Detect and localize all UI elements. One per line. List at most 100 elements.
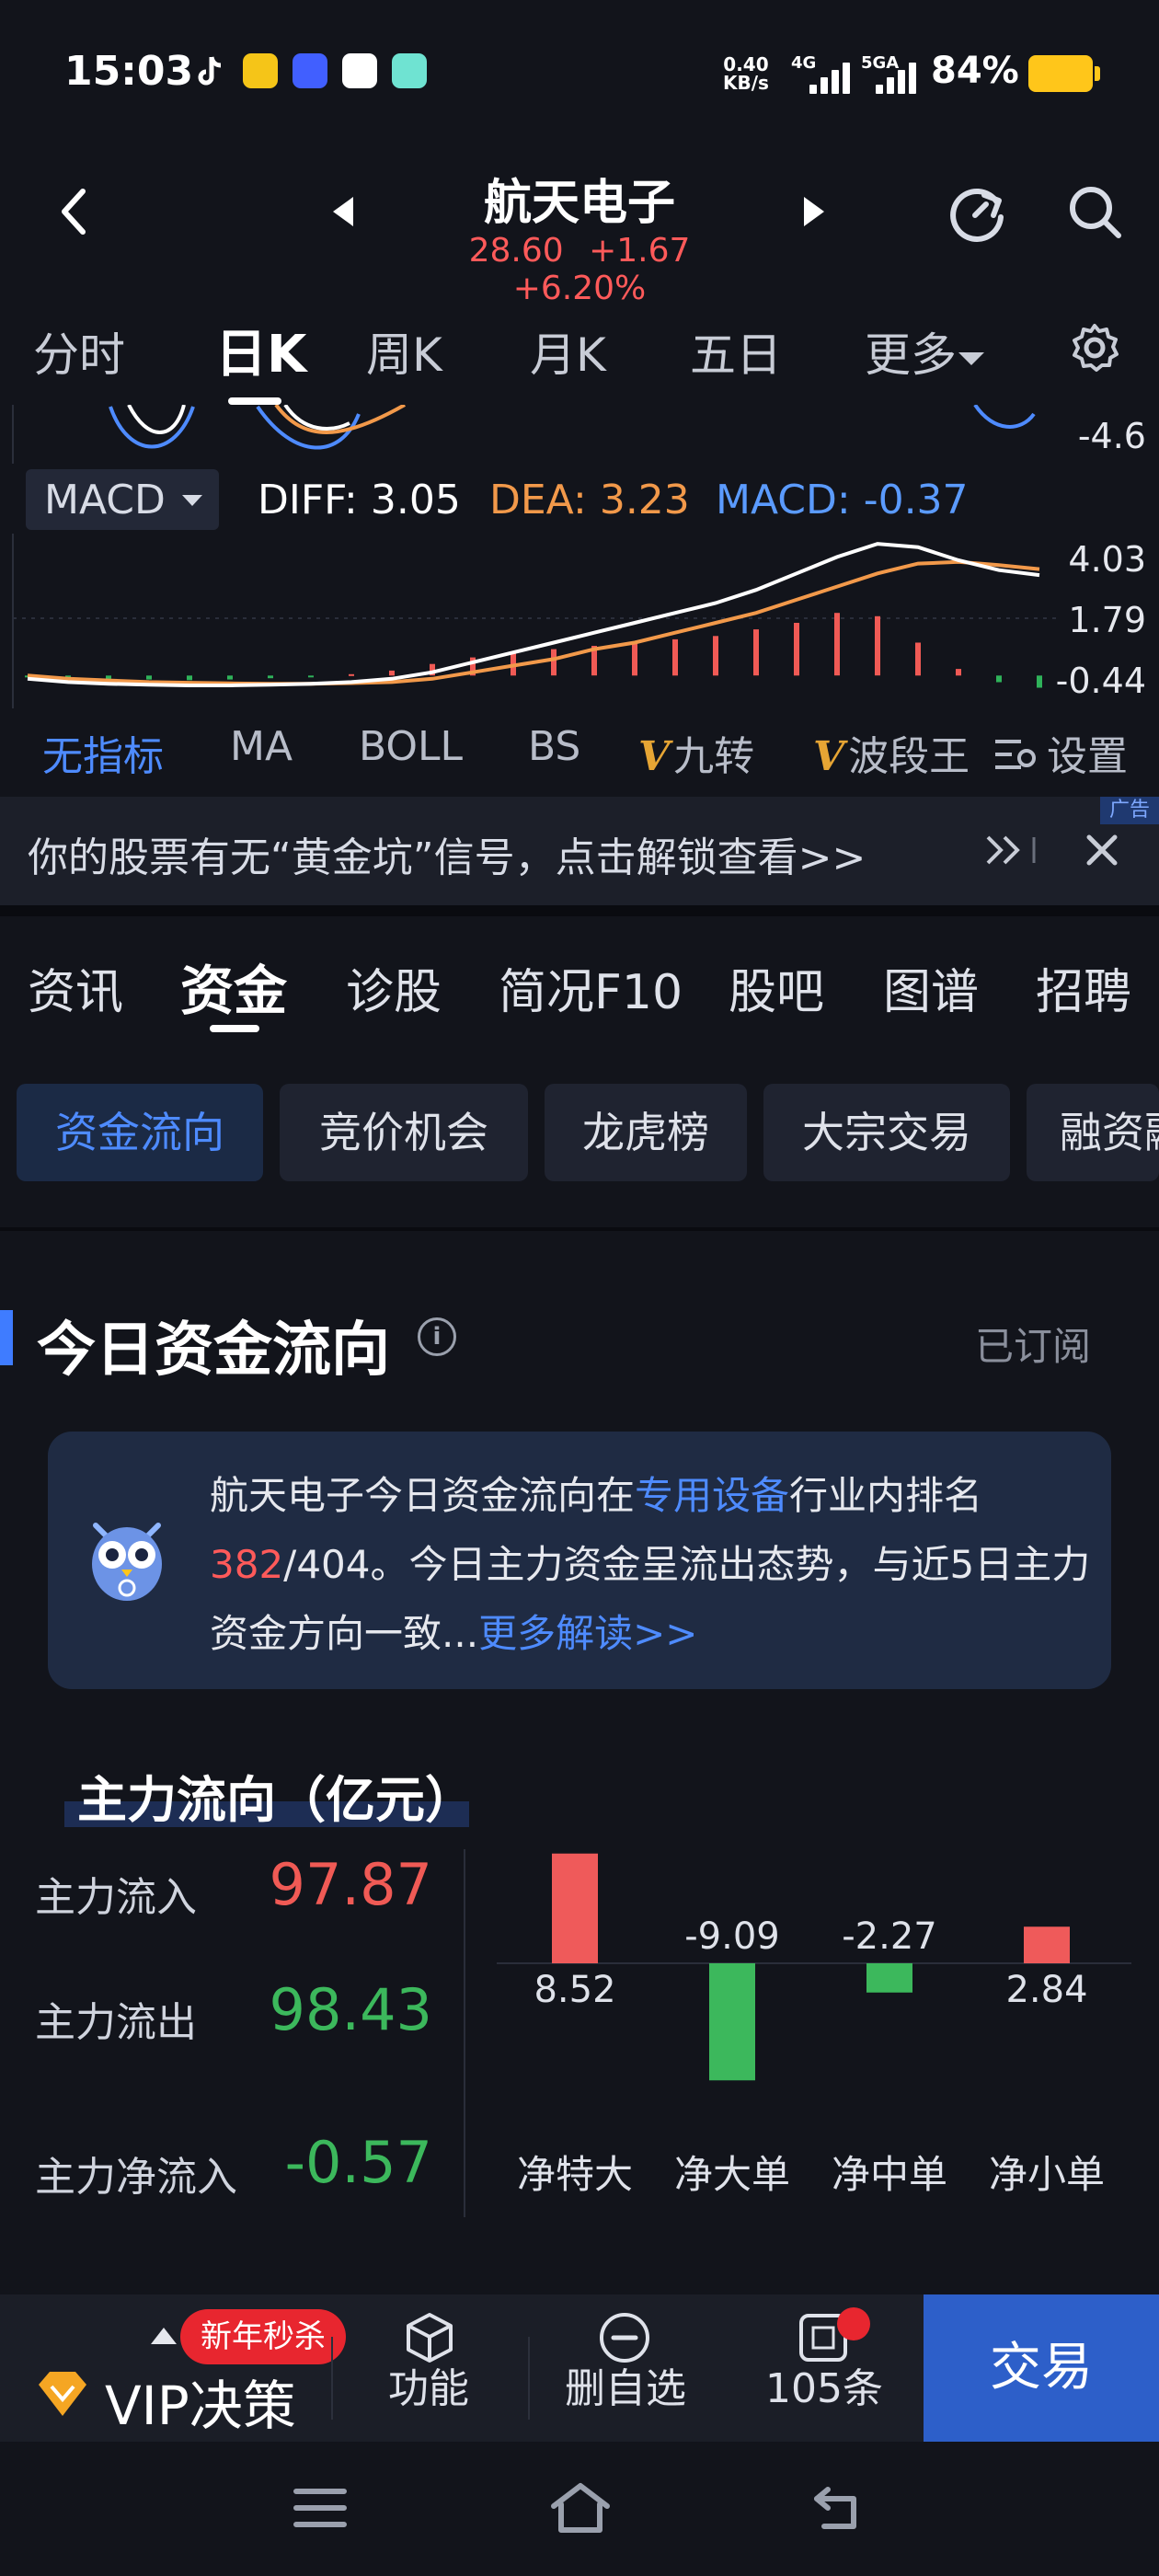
- tab-more[interactable]: 更多: [865, 318, 984, 385]
- subtab-fund-flow[interactable]: 资金流向: [17, 1084, 263, 1181]
- macd-bar: [915, 642, 921, 676]
- macd-bar: [956, 669, 961, 676]
- stock-name: 航天电子: [483, 176, 675, 231]
- industry-link[interactable]: 专用设备: [635, 1473, 789, 1518]
- price: 28.60: [468, 232, 564, 270]
- teal-app-icon: [392, 53, 427, 88]
- ad-badge: 广告: [1099, 797, 1159, 824]
- tab-jobs[interactable]: 招聘: [1036, 953, 1131, 1022]
- tab-more-label: 更多: [865, 328, 957, 382]
- subtab-margin[interactable]: 融资融: [1027, 1084, 1159, 1181]
- analysis-text: 航天电子今日资金流向在专用设备行业内排名382/404。今日主力资金呈流出态势，…: [210, 1461, 1093, 1668]
- ad-text[interactable]: 你的股票有无“黄金坑”信号，点击解锁查看>>: [28, 824, 866, 883]
- flow-bar-label: 8.52: [534, 1969, 616, 2011]
- tab-graph[interactable]: 图谱: [883, 953, 979, 1022]
- change: +1.67: [589, 232, 691, 270]
- indicator-boll[interactable]: BOLL: [359, 723, 463, 770]
- vip-decision-button[interactable]: VIP决策: [105, 2363, 296, 2440]
- macd-bar: [146, 675, 152, 680]
- signal-icon: [809, 61, 859, 94]
- search-icon[interactable]: [1065, 182, 1124, 245]
- dea-line: [27, 559, 1040, 686]
- close-icon[interactable]: [1084, 832, 1120, 872]
- macd-axis-bottom: -0.44: [1055, 661, 1146, 701]
- tab-monthly-k[interactable]: 月K: [530, 318, 606, 385]
- gear-icon[interactable]: [1069, 322, 1120, 377]
- trade-button[interactable]: 交易: [924, 2294, 1159, 2442]
- main-net-inflow-label: 主力净流入: [35, 2154, 237, 2201]
- subtab-block-trade[interactable]: 大宗交易: [763, 1084, 1010, 1181]
- flow-bar-label: 2.84: [1005, 1969, 1088, 2011]
- divider: [0, 1227, 1159, 1231]
- function-button[interactable]: 功能: [337, 2355, 521, 2414]
- indicator-settings-label: 设置: [1047, 733, 1128, 780]
- double-chevron-icon[interactable]: [982, 830, 1038, 874]
- menu-icon[interactable]: [293, 2484, 348, 2536]
- main-inflow-label: 主力流入: [35, 1874, 197, 1921]
- tiktok-icon: [193, 53, 228, 90]
- category-large: 净大单: [673, 2152, 790, 2197]
- section-title: 今日资金流向: [37, 1317, 390, 1385]
- yellow-app-icon: [243, 53, 278, 88]
- macd-diff: DIFF: 3.05: [258, 477, 461, 523]
- info-icon[interactable]: i: [418, 1317, 456, 1356]
- macd-bar: [389, 670, 395, 676]
- notification-dot: [837, 2307, 870, 2340]
- subscribed-label[interactable]: 已订阅: [975, 1316, 1091, 1372]
- tab-f10[interactable]: 简况F10: [499, 953, 683, 1022]
- flow-bar: [709, 1963, 755, 2081]
- tab-forum[interactable]: 股吧: [729, 953, 824, 1022]
- caret-up-icon: [151, 2328, 177, 2344]
- indicator-none[interactable]: 无指标: [42, 723, 164, 782]
- back-nav-icon[interactable]: [809, 2484, 865, 2536]
- indicator-settings[interactable]: 设置: [993, 723, 1128, 783]
- macd-bar: [551, 649, 557, 676]
- caret-down-icon: [958, 351, 984, 365]
- macd-dea: DEA: 3.23: [489, 477, 690, 523]
- settings-list-icon: [993, 736, 1039, 783]
- macd-bar: [268, 675, 273, 679]
- indicator-nine-turn[interactable]: V九转: [638, 723, 754, 782]
- section-accent: [0, 1310, 13, 1365]
- indicator-bs[interactable]: BS: [528, 723, 580, 770]
- main-outflow-label: 主力流出: [35, 1999, 197, 2046]
- home-icon[interactable]: [548, 2480, 613, 2539]
- tab-funds[interactable]: 资金: [180, 948, 287, 1025]
- analysis-text-2: 行业内排名: [789, 1473, 983, 1518]
- remove-favorite-button[interactable]: 删自选: [534, 2355, 717, 2414]
- prev-stock-icon[interactable]: [333, 197, 353, 226]
- subtab-auction[interactable]: 竞价机会: [280, 1084, 528, 1181]
- battery-percent: 84%: [931, 50, 1019, 92]
- tab-daily-k[interactable]: 日K: [215, 313, 306, 387]
- next-stock-icon[interactable]: [804, 197, 824, 226]
- macd-bar: [1037, 675, 1042, 688]
- tab-diagnosis[interactable]: 诊股: [346, 953, 442, 1022]
- more-interpretation-link[interactable]: 更多解读>>: [478, 1611, 697, 1656]
- tab-intraday[interactable]: 分时: [33, 318, 125, 385]
- rank-value: 382: [210, 1542, 284, 1587]
- category-super-large: 净特大: [516, 2152, 633, 2197]
- questions-button[interactable]: 105条: [732, 2355, 916, 2414]
- tab-five-day[interactable]: 五日: [690, 318, 782, 385]
- tab-news[interactable]: 资讯: [28, 953, 123, 1022]
- category-medium: 净中单: [831, 2152, 947, 2197]
- divider: [0, 905, 1159, 916]
- macd-bar: [996, 675, 1002, 683]
- flow-bar: [552, 1853, 598, 1963]
- signal-icon: [876, 61, 925, 94]
- tab-weekly-k[interactable]: 周K: [366, 318, 442, 385]
- indicator-ma[interactable]: MA: [230, 723, 293, 770]
- macd-chart: [12, 534, 1058, 708]
- flow-bar: [866, 1963, 912, 1993]
- category-small: 净小单: [988, 2152, 1105, 2197]
- promo-badge[interactable]: 新年秒杀: [180, 2309, 346, 2364]
- refresh-icon[interactable]: [947, 182, 1008, 247]
- caret-down-icon: [182, 495, 202, 506]
- subtab-dragon-tiger[interactable]: 龙虎榜: [545, 1084, 747, 1181]
- back-icon[interactable]: [55, 184, 92, 243]
- main-net-inflow-value: -0.57: [284, 2129, 432, 2196]
- vivo-icon: [293, 53, 327, 88]
- owl-mascot-icon: [85, 1516, 169, 1604]
- indicator-wave-king[interactable]: V波段王: [813, 723, 970, 782]
- flow-bar-label: -2.27: [842, 1915, 937, 1958]
